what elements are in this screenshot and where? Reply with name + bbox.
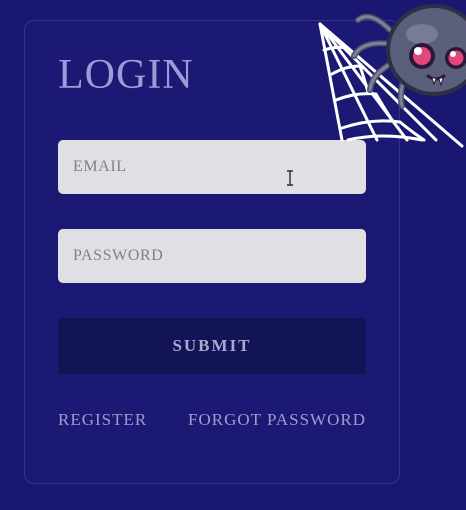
- spider-on-web-icon: [318, 4, 466, 148]
- password-field[interactable]: [58, 229, 366, 283]
- text-cursor-icon: [287, 170, 293, 186]
- submit-button[interactable]: SUBMIT: [58, 318, 366, 374]
- forgot-password-link[interactable]: FORGOT PASSWORD: [188, 410, 366, 430]
- register-link[interactable]: REGISTER: [58, 410, 147, 430]
- page-title: LOGIN: [58, 52, 194, 98]
